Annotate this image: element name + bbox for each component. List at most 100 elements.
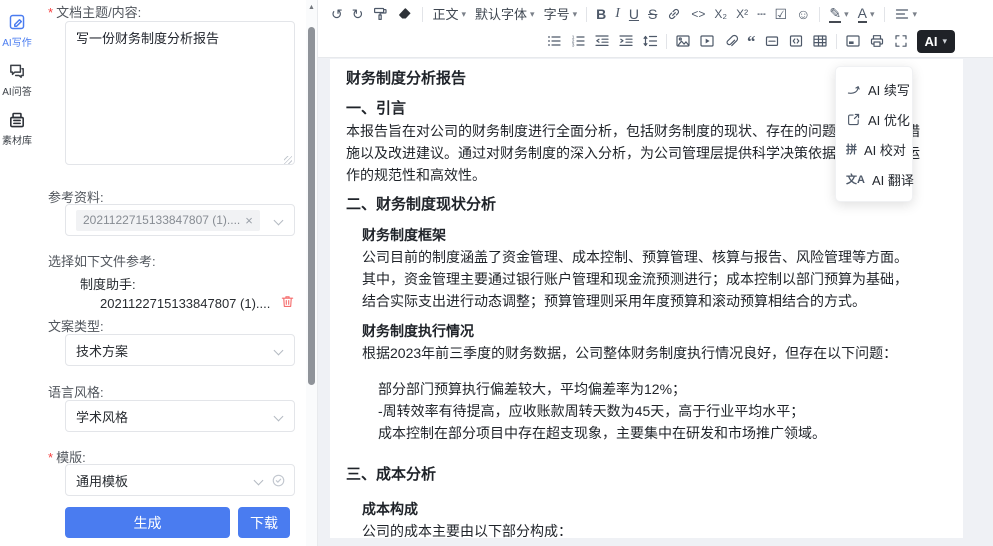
horizontal-rule-icon[interactable]: ┄: [757, 7, 765, 21]
reference-file-name: 2021122715133847807 (1)....: [100, 296, 270, 311]
chevron-down-icon: ▾: [573, 10, 578, 19]
font-size-dropdown[interactable]: 字号▾: [544, 8, 578, 21]
font-family-dropdown[interactable]: 默认字体▾: [475, 8, 535, 21]
sidebar-item-label: 素材库: [2, 132, 32, 147]
svg-text:3: 3: [572, 43, 575, 49]
toolbar-divider: [836, 34, 837, 49]
doc-block-list: 部分部门预算执行偏差较大，平均偏差率为12%；-周转效率有待提高，应收账款周转天…: [346, 378, 947, 444]
ordered-list-icon[interactable]: 123: [570, 33, 586, 49]
doc-block-h2: 成本构成: [346, 498, 947, 520]
style-select[interactable]: 学术风格: [65, 400, 295, 432]
scroll-up-icon[interactable]: ▲: [307, 4, 316, 11]
material-library-icon: [8, 111, 26, 129]
indent-icon[interactable]: [618, 33, 634, 49]
menu-item-ai-proofread[interactable]: 拼 AI 校对: [836, 134, 912, 164]
chevron-down-icon: [274, 216, 284, 226]
sidebar-item-ai-write[interactable]: AI写作: [0, 13, 34, 49]
doc-block-p2: 公司的成本主要由以下部分构成：: [346, 520, 947, 538]
editor-area: ↺ ↻ 正文▾ 默认字体▾ 字号▾ B I U S: [317, 0, 993, 546]
underline-icon[interactable]: U: [629, 7, 639, 21]
delete-file-trash-icon[interactable]: [280, 294, 295, 309]
insert-image-icon[interactable]: [675, 33, 691, 49]
toolbar-divider: [666, 34, 667, 49]
assistant-label: 制度助手:: [80, 274, 136, 293]
bold-icon[interactable]: B: [596, 7, 606, 21]
nav-rail: AI写作 AI问答 素材库: [0, 0, 34, 546]
sidebar-item-label: AI问答: [2, 83, 31, 98]
inline-code-icon[interactable]: <>: [691, 8, 705, 20]
textarea-resize-handle[interactable]: [284, 156, 292, 164]
insert-table-icon[interactable]: [812, 33, 828, 49]
sidebar-item-label: AI写作: [2, 34, 31, 49]
menu-item-ai-translate[interactable]: 文A AI 翻译: [836, 164, 912, 194]
paragraph-style-dropdown[interactable]: 正文▾: [432, 8, 466, 21]
line-spacing-icon[interactable]: [642, 33, 658, 49]
menu-item-ai-optimize[interactable]: AI 优化: [836, 104, 912, 134]
outdent-icon[interactable]: [594, 33, 610, 49]
blockquote-icon[interactable]: “: [747, 33, 756, 50]
align-dropdown[interactable]: ▾: [894, 6, 918, 22]
font-color-dropdown[interactable]: A▾: [858, 6, 875, 23]
italic-icon[interactable]: I: [615, 7, 620, 21]
task-list-icon[interactable]: ☑: [775, 7, 788, 21]
chevron-down-icon: ▾: [870, 10, 875, 19]
preview-panel-icon[interactable]: [845, 33, 861, 49]
ai-proofread-icon: 拼: [846, 141, 857, 157]
chevron-down-icon: ▾: [844, 10, 849, 19]
editor-toolbar: ↺ ↻ 正文▾ 默认字体▾ 字号▾ B I U S: [318, 0, 993, 58]
generate-button[interactable]: 生成: [65, 507, 230, 538]
scrollbar-thumb[interactable]: [308, 27, 315, 385]
menu-item-ai-continue[interactable]: AI 续写: [836, 74, 912, 104]
bullet-list-icon[interactable]: [546, 33, 562, 49]
ai-tools-menu: AI 续写 AI 优化 拼 AI 校对 文A AI 翻译: [835, 66, 913, 202]
tag-close-icon[interactable]: ×: [245, 213, 253, 228]
files-section-label: 选择如下文件参考:: [48, 251, 156, 270]
fullscreen-icon[interactable]: [893, 33, 909, 49]
ai-translate-icon: 文A: [846, 171, 865, 187]
chevron-down-icon: [254, 476, 264, 486]
strikethrough-icon[interactable]: S: [648, 7, 657, 21]
toolbar-divider: [819, 7, 820, 22]
panel-scrollbar[interactable]: ▲: [306, 0, 317, 546]
ai-continue-icon: [846, 82, 861, 97]
link-icon[interactable]: [666, 6, 682, 22]
topic-label: *文档主题/内容:: [48, 2, 141, 21]
undo-icon[interactable]: ↺: [331, 7, 343, 21]
subscript-icon[interactable]: X₂: [714, 8, 727, 20]
type-select[interactable]: 技术方案: [65, 334, 295, 366]
chevron-down-icon: ▾: [943, 36, 948, 47]
required-asterisk: *: [48, 450, 53, 465]
format-painter-icon[interactable]: [372, 6, 388, 22]
highlighter-pen-icon: ✎: [829, 6, 841, 23]
chevron-down-icon: [274, 346, 284, 356]
topic-input[interactable]: 写一份财务制度分析报告: [65, 21, 295, 165]
type-label: 文案类型:: [48, 316, 104, 335]
ai-tools-dropdown-button[interactable]: AI▾: [917, 30, 956, 53]
reference-select[interactable]: 2021122715133847807 (1).... ×: [65, 204, 295, 236]
toolbar-divider: [586, 7, 587, 22]
doc-block-h: 三、成本分析: [346, 464, 947, 486]
ai-qa-icon: [8, 62, 26, 80]
download-button[interactable]: 下载: [238, 507, 290, 538]
emoji-icon[interactable]: ☺: [796, 7, 810, 21]
divider-block-icon[interactable]: [764, 33, 780, 49]
doc-block-h2: 财务制度框架: [346, 224, 947, 246]
chevron-down-icon: [274, 412, 284, 422]
toolbar-row-1: ↺ ↻ 正文▾ 默认字体▾ 字号▾ B I U S: [318, 0, 993, 28]
required-asterisk: *: [48, 5, 53, 20]
attachment-icon[interactable]: [723, 33, 739, 49]
highlight-color-dropdown[interactable]: ✎▾: [829, 6, 848, 23]
template-select[interactable]: 通用模板: [65, 464, 295, 496]
clear-format-eraser-icon[interactable]: [397, 6, 413, 22]
sidebar-item-ai-qa[interactable]: AI问答: [0, 62, 34, 98]
reference-file-tag: 2021122715133847807 (1).... ×: [76, 210, 260, 231]
print-icon[interactable]: [869, 33, 885, 49]
font-color-icon: A: [858, 6, 867, 23]
superscript-icon[interactable]: X²: [736, 8, 748, 20]
insert-video-icon[interactable]: [699, 33, 715, 49]
sidebar-item-material[interactable]: 素材库: [0, 111, 34, 147]
check-circle-icon: [271, 473, 286, 488]
redo-icon[interactable]: ↻: [352, 7, 364, 21]
style-label: 语言风格:: [48, 382, 104, 401]
code-block-icon[interactable]: [788, 33, 804, 49]
